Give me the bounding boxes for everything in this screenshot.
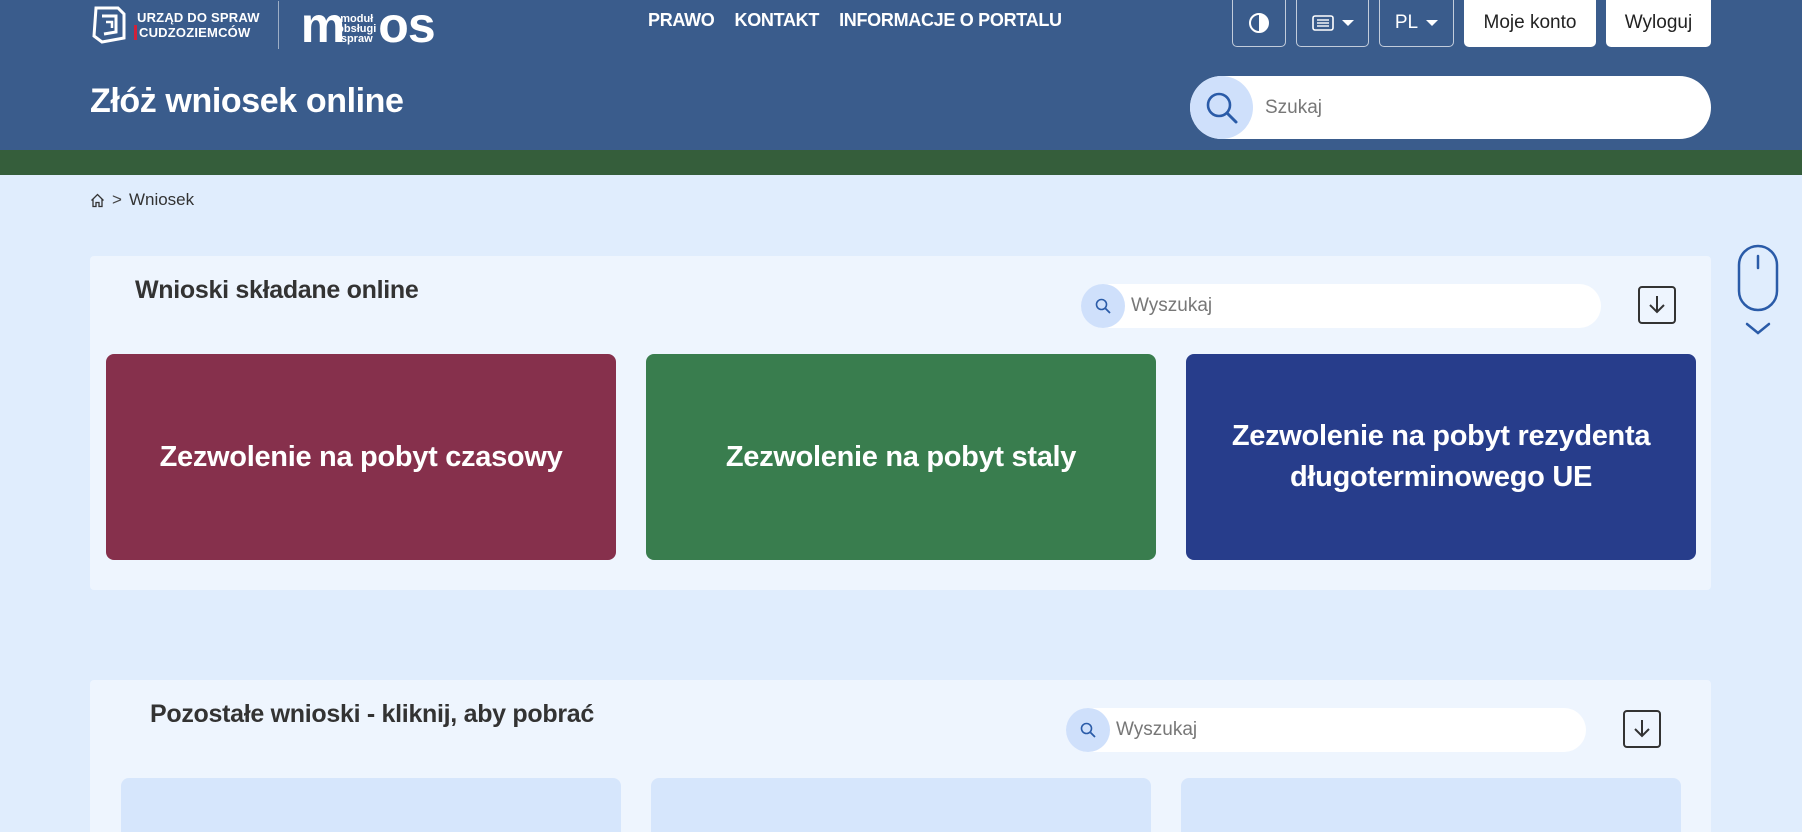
contrast-button[interactable] bbox=[1232, 0, 1286, 47]
page-title: Złóż wniosek online bbox=[90, 82, 404, 120]
chevron-down-icon bbox=[1341, 20, 1354, 26]
online-search bbox=[1081, 284, 1601, 328]
contrast-icon bbox=[1249, 13, 1269, 33]
my-account-button[interactable]: Moje konto bbox=[1464, 0, 1596, 47]
scroll-hint bbox=[1736, 244, 1780, 343]
other-tile[interactable] bbox=[121, 778, 621, 832]
mouse-icon bbox=[1737, 244, 1779, 335]
other-applications-panel: Pozostałe wnioski - kliknij, aby pobrać bbox=[90, 680, 1711, 832]
other-search bbox=[1066, 708, 1586, 752]
list-icon bbox=[1311, 15, 1334, 31]
accent-stripe bbox=[0, 150, 1802, 175]
site-header: URZĄD DO SPRAW CUDZOZIEMCÓW m moduł obsł… bbox=[0, 0, 1802, 150]
search-button[interactable] bbox=[1190, 76, 1253, 139]
online-applications-panel: Wnioski składane online Zezwolenie na po… bbox=[90, 256, 1711, 590]
search-icon bbox=[1080, 722, 1096, 738]
download-icon bbox=[1649, 296, 1665, 314]
download-icon bbox=[1634, 720, 1650, 738]
logout-button[interactable]: Wyloguj bbox=[1606, 0, 1711, 47]
tile-temporary-residence[interactable]: Zezwolenie na pobyt czasowy bbox=[106, 354, 616, 560]
chevron-down-icon bbox=[1426, 20, 1439, 26]
main-search-input[interactable] bbox=[1265, 96, 1665, 119]
other-tile[interactable] bbox=[1181, 778, 1681, 832]
view-menu-button[interactable] bbox=[1296, 0, 1369, 47]
breadcrumb: > Wniosek bbox=[90, 190, 194, 210]
tile-eu-long-term-resident[interactable]: Zezwolenie na pobyt rezydenta długotermi… bbox=[1186, 354, 1696, 560]
breadcrumb-separator: > bbox=[112, 190, 122, 209]
main-search bbox=[1190, 76, 1711, 139]
udsc-name: URZĄD DO SPRAW CUDZOZIEMCÓW bbox=[134, 10, 260, 40]
download-button[interactable] bbox=[1623, 710, 1661, 748]
download-button[interactable] bbox=[1638, 286, 1676, 324]
tile-permanent-residence[interactable]: Zezwolenie na pobyt staly bbox=[646, 354, 1156, 560]
other-tile[interactable] bbox=[651, 778, 1151, 832]
other-search-button[interactable] bbox=[1066, 708, 1110, 752]
mos-word-3: spraw bbox=[340, 33, 373, 45]
mos-logo: m moduł obsługi spraw os bbox=[301, 0, 436, 53]
other-search-input[interactable] bbox=[1116, 719, 1556, 741]
online-search-button[interactable] bbox=[1081, 284, 1125, 328]
logo-area[interactable]: URZĄD DO SPRAW CUDZOZIEMCÓW m moduł obsł… bbox=[90, 0, 436, 53]
search-icon bbox=[1206, 92, 1237, 123]
nav-informacje[interactable]: INFORMACJE O PORTALU bbox=[839, 10, 1062, 31]
breadcrumb-current: Wniosek bbox=[128, 190, 195, 209]
top-nav: PRAWO KONTAKT INFORMACJE O PORTALU bbox=[648, 10, 1062, 31]
language-label: PL bbox=[1394, 12, 1419, 33]
logo-divider bbox=[277, 1, 279, 49]
panel-title-online: Wnioski składane online bbox=[135, 276, 419, 304]
online-search-input[interactable] bbox=[1131, 295, 1571, 317]
udsc-line2: CUDZOZIEMCÓW bbox=[134, 25, 260, 40]
chevron-down-icon bbox=[1745, 322, 1771, 335]
nav-prawo[interactable]: PRAWO bbox=[648, 10, 715, 31]
udsc-line1: URZĄD DO SPRAW bbox=[137, 10, 260, 25]
nav-kontakt[interactable]: KONTAKT bbox=[735, 10, 820, 31]
search-icon bbox=[1095, 298, 1111, 314]
language-select[interactable]: PL bbox=[1379, 0, 1454, 47]
mos-logo-os: os bbox=[378, 0, 435, 53]
home-icon[interactable] bbox=[90, 193, 105, 208]
mos-logo-subtitle: moduł obsługi spraw bbox=[337, 14, 376, 45]
panel-title-other: Pozostałe wnioski - kliknij, aby pobrać bbox=[150, 700, 594, 728]
udsc-emblem-icon bbox=[92, 6, 126, 44]
